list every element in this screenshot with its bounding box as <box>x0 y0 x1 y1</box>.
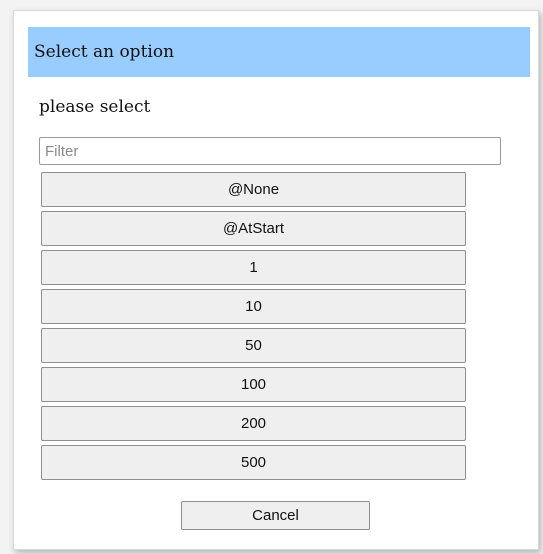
option-button-10[interactable]: 10 <box>41 289 466 324</box>
option-button-50[interactable]: 50 <box>41 328 466 363</box>
cancel-button[interactable]: Cancel <box>181 501 370 530</box>
select-prompt: please select <box>39 97 151 117</box>
option-button-500[interactable]: 500 <box>41 445 466 480</box>
dialog-title-bar: Select an option <box>28 27 530 77</box>
option-button-atstart[interactable]: @AtStart <box>41 211 466 246</box>
option-button-200[interactable]: 200 <box>41 406 466 441</box>
option-button-100[interactable]: 100 <box>41 367 466 402</box>
select-option-dialog: Select an option please select @None @At… <box>13 10 539 550</box>
options-list: @None @AtStart 1 10 50 100 200 500 <box>41 172 466 484</box>
filter-input[interactable] <box>39 137 501 165</box>
dialog-title: Select an option <box>34 42 175 62</box>
option-button-1[interactable]: 1 <box>41 250 466 285</box>
option-button-none[interactable]: @None <box>41 172 466 207</box>
